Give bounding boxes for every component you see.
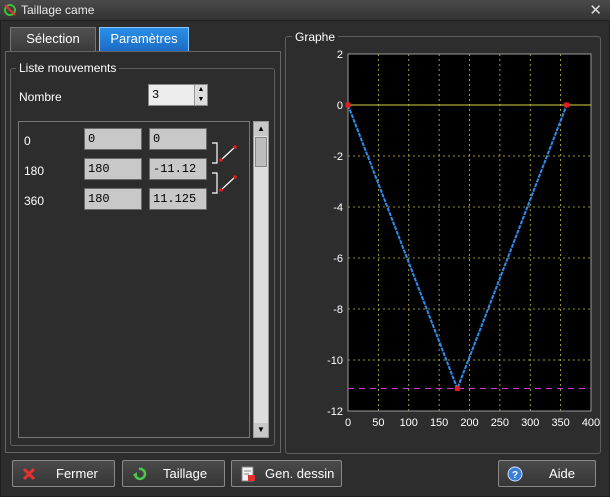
taillage-button[interactable]: Taillage (122, 460, 225, 487)
gen-dessin-label: Gen. dessin (265, 466, 335, 481)
nombre-spinbox[interactable]: 3 ▲ ▼ (148, 84, 208, 106)
drawing-document-icon (241, 466, 255, 482)
aide-button[interactable]: ? Aide (498, 460, 596, 487)
scroll-up-icon[interactable]: ▲ (254, 122, 268, 136)
row-value-b[interactable]: -11.12 (149, 158, 207, 180)
scroll-down-icon[interactable]: ▼ (254, 423, 268, 437)
row-value-a[interactable]: 180 (84, 158, 142, 180)
fermer-button[interactable]: Fermer (12, 460, 115, 487)
y-tick-label: 0 (337, 100, 343, 112)
window-title: Taillage came (21, 3, 95, 17)
row-value-b[interactable]: 11.125 (149, 188, 207, 210)
aide-label: Aide (549, 466, 576, 481)
cam-app-icon (4, 4, 16, 16)
x-tick-label: 200 (460, 417, 478, 429)
svg-text:?: ? (512, 470, 518, 481)
gen-dessin-button[interactable]: Gen. dessin (231, 460, 342, 487)
row-label: 0 (24, 134, 31, 148)
x-tick-label: 0 (345, 417, 351, 429)
tab-parametres[interactable]: Paramètres (99, 27, 189, 51)
row-value-a[interactable]: 0 (84, 128, 142, 150)
title-bar: Taillage came ✕ (0, 0, 610, 21)
refresh-arrow-icon (133, 467, 147, 481)
close-x-icon (22, 467, 36, 481)
data-point (454, 386, 460, 392)
cam-profile-chart: 0 50 100 150 200 250 300 350 400 2 0 -2 -4 -6 -8 -10 -12 (327, 49, 600, 429)
row-value-b[interactable]: 0 (149, 128, 207, 150)
row-value-a[interactable]: 180 (84, 188, 142, 210)
y-tick-label: -4 (333, 202, 343, 214)
help-icon: ? (507, 466, 523, 482)
scroll-thumb[interactable] (255, 137, 267, 167)
segment-link-icon[interactable] (211, 171, 241, 197)
list-scrollbar[interactable]: ▲ ▼ (253, 121, 269, 438)
row-label: 180 (24, 164, 45, 178)
x-tick-label: 100 (400, 417, 418, 429)
taillage-label: Taillage (163, 466, 208, 481)
close-icon[interactable]: ✕ (589, 1, 602, 19)
y-tick-label: -12 (327, 406, 343, 418)
x-tick-label: 50 (372, 417, 384, 429)
x-tick-label: 350 (551, 417, 569, 429)
data-point (564, 102, 570, 108)
x-tick-label: 400 (582, 417, 600, 429)
movements-group-label: Liste mouvements (16, 61, 120, 75)
data-point (345, 102, 351, 108)
x-tick-label: 250 (491, 417, 509, 429)
y-tick-label: 2 (337, 49, 343, 61)
x-tick-label: 300 (521, 417, 539, 429)
spin-up-icon[interactable]: ▲ (194, 85, 207, 95)
x-tick-label: 150 (430, 417, 448, 429)
row-label: 360 (24, 194, 45, 208)
tab-selection[interactable]: Sélection (10, 27, 96, 51)
y-tick-label: -2 (333, 151, 343, 163)
y-tick-label: -6 (333, 253, 343, 265)
fermer-label: Fermer (56, 466, 98, 481)
y-tick-label: -8 (333, 304, 343, 316)
spin-down-icon[interactable]: ▼ (194, 95, 207, 105)
nombre-label: Nombre (19, 90, 62, 104)
segment-link-icon[interactable] (211, 141, 241, 167)
y-tick-label: -10 (327, 355, 343, 367)
nombre-value[interactable]: 3 (152, 88, 159, 102)
